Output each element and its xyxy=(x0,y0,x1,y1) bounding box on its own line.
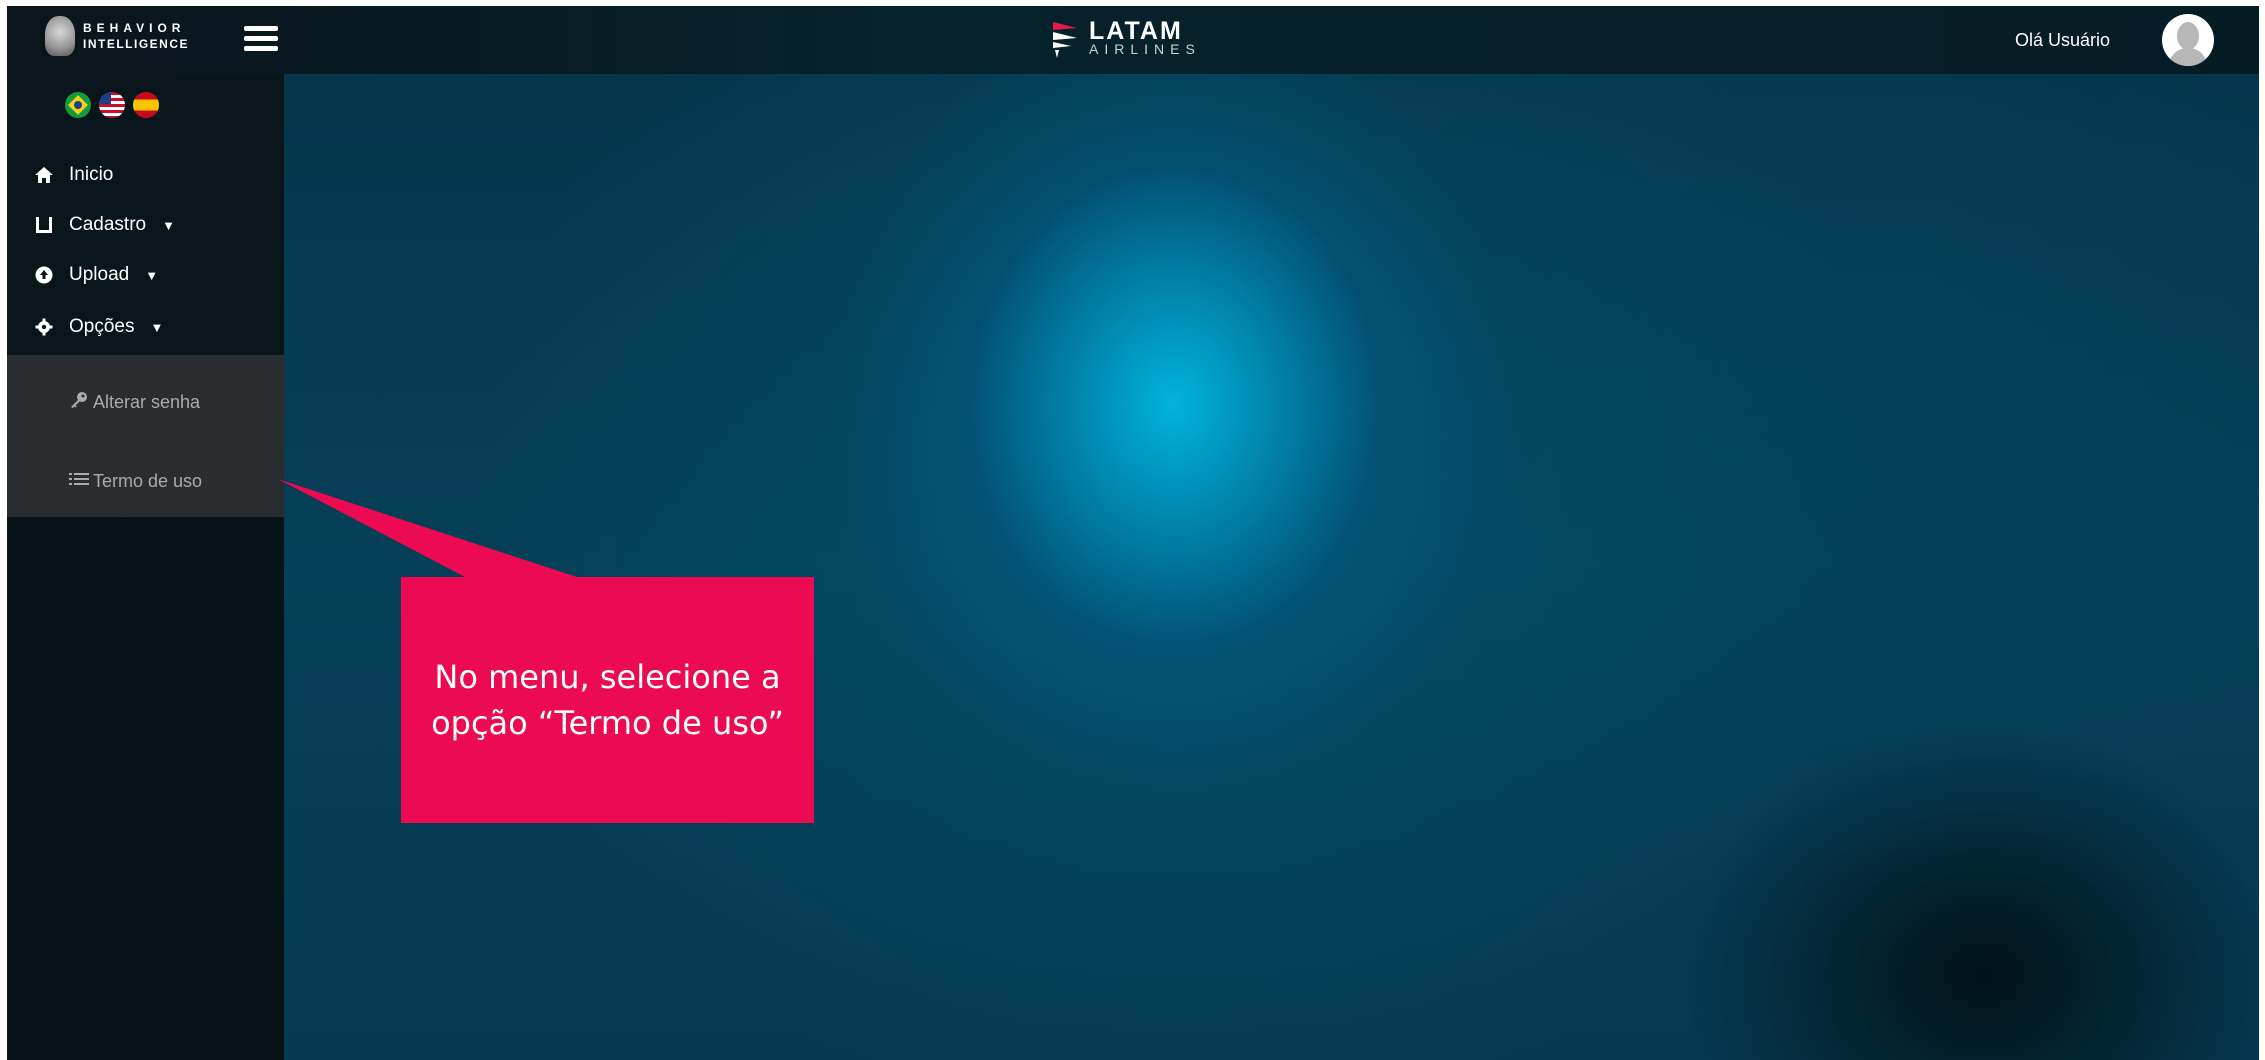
caret-down-icon: ▼ xyxy=(150,319,164,335)
brand-text: BEHAVIOR INTELLIGENCE xyxy=(83,20,189,52)
home-icon xyxy=(33,166,55,184)
spain-flag-icon[interactable] xyxy=(133,92,159,118)
brazil-flag-icon[interactable] xyxy=(65,92,91,118)
sidebar-item-upload[interactable]: Upload ▼ xyxy=(33,264,158,286)
sidebar-item-opcoes[interactable]: Opções ▼ xyxy=(33,316,163,338)
avatar-body xyxy=(2170,48,2206,66)
sidebar-item-cadastro[interactable]: Cadastro ▼ xyxy=(33,214,175,236)
list-icon xyxy=(69,471,89,492)
user-greeting: Olá Usuário xyxy=(2015,30,2111,50)
hamburger-line xyxy=(244,26,278,31)
submenu-item-alterar-senha[interactable]: Alterar senha xyxy=(69,391,200,414)
hamburger-line xyxy=(244,46,278,51)
caret-down-icon: ▼ xyxy=(145,267,159,283)
sidebar-item-inicio[interactable]: Inicio xyxy=(33,164,113,186)
latam-mark-icon xyxy=(1053,22,1077,58)
language-selector xyxy=(65,92,159,118)
sidebar-item-label: Inicio xyxy=(69,164,114,185)
app-window: BEHAVIOR INTELLIGENCE LATAM AIRLINES Olá… xyxy=(7,6,2259,1060)
brain-head-icon xyxy=(45,16,75,56)
key-icon xyxy=(69,391,89,414)
brand-line-1: BEHAVIOR xyxy=(83,21,186,35)
sidebar: Inicio Cadastro ▼ Upload ▼ Opções ▼ Alte… xyxy=(7,74,284,1060)
sidebar-item-label: Cadastro xyxy=(69,214,147,235)
submenu-item-label: Termo de uso xyxy=(93,471,203,491)
gear-icon xyxy=(33,318,55,336)
latam-name: LATAM xyxy=(1089,17,1183,45)
hamburger-line xyxy=(244,36,278,41)
avatar-head xyxy=(2177,22,2199,50)
latam-text: LATAM AIRLINES xyxy=(1089,17,1201,57)
register-icon xyxy=(33,216,55,234)
caret-down-icon: ▼ xyxy=(162,217,175,233)
main-background xyxy=(284,74,2259,1060)
avatar[interactable] xyxy=(2162,14,2214,66)
upload-icon xyxy=(33,266,55,284)
top-bar: BEHAVIOR INTELLIGENCE LATAM AIRLINES Olá… xyxy=(7,6,2259,74)
callout-text: No menu, selecione a opção “Termo de uso… xyxy=(431,658,784,742)
usa-flag-icon[interactable] xyxy=(99,92,125,118)
submenu-item-label: Alterar senha xyxy=(93,392,201,412)
sidebar-item-label: Opções xyxy=(69,316,135,337)
latam-logo: LATAM AIRLINES xyxy=(1051,16,1201,60)
submenu-item-termo-de-uso[interactable]: Termo de uso xyxy=(69,471,202,492)
opcoes-submenu: Alterar senha Termo de uso xyxy=(7,355,284,517)
latam-subtitle: AIRLINES xyxy=(1089,41,1201,57)
sidebar-item-label: Upload xyxy=(69,264,130,285)
behavior-intelligence-logo[interactable]: BEHAVIOR INTELLIGENCE xyxy=(45,16,189,56)
brand-line-2: INTELLIGENCE xyxy=(83,37,190,51)
instruction-callout: No menu, selecione a opção “Termo de uso… xyxy=(401,577,814,823)
hamburger-menu-button[interactable] xyxy=(244,26,278,54)
